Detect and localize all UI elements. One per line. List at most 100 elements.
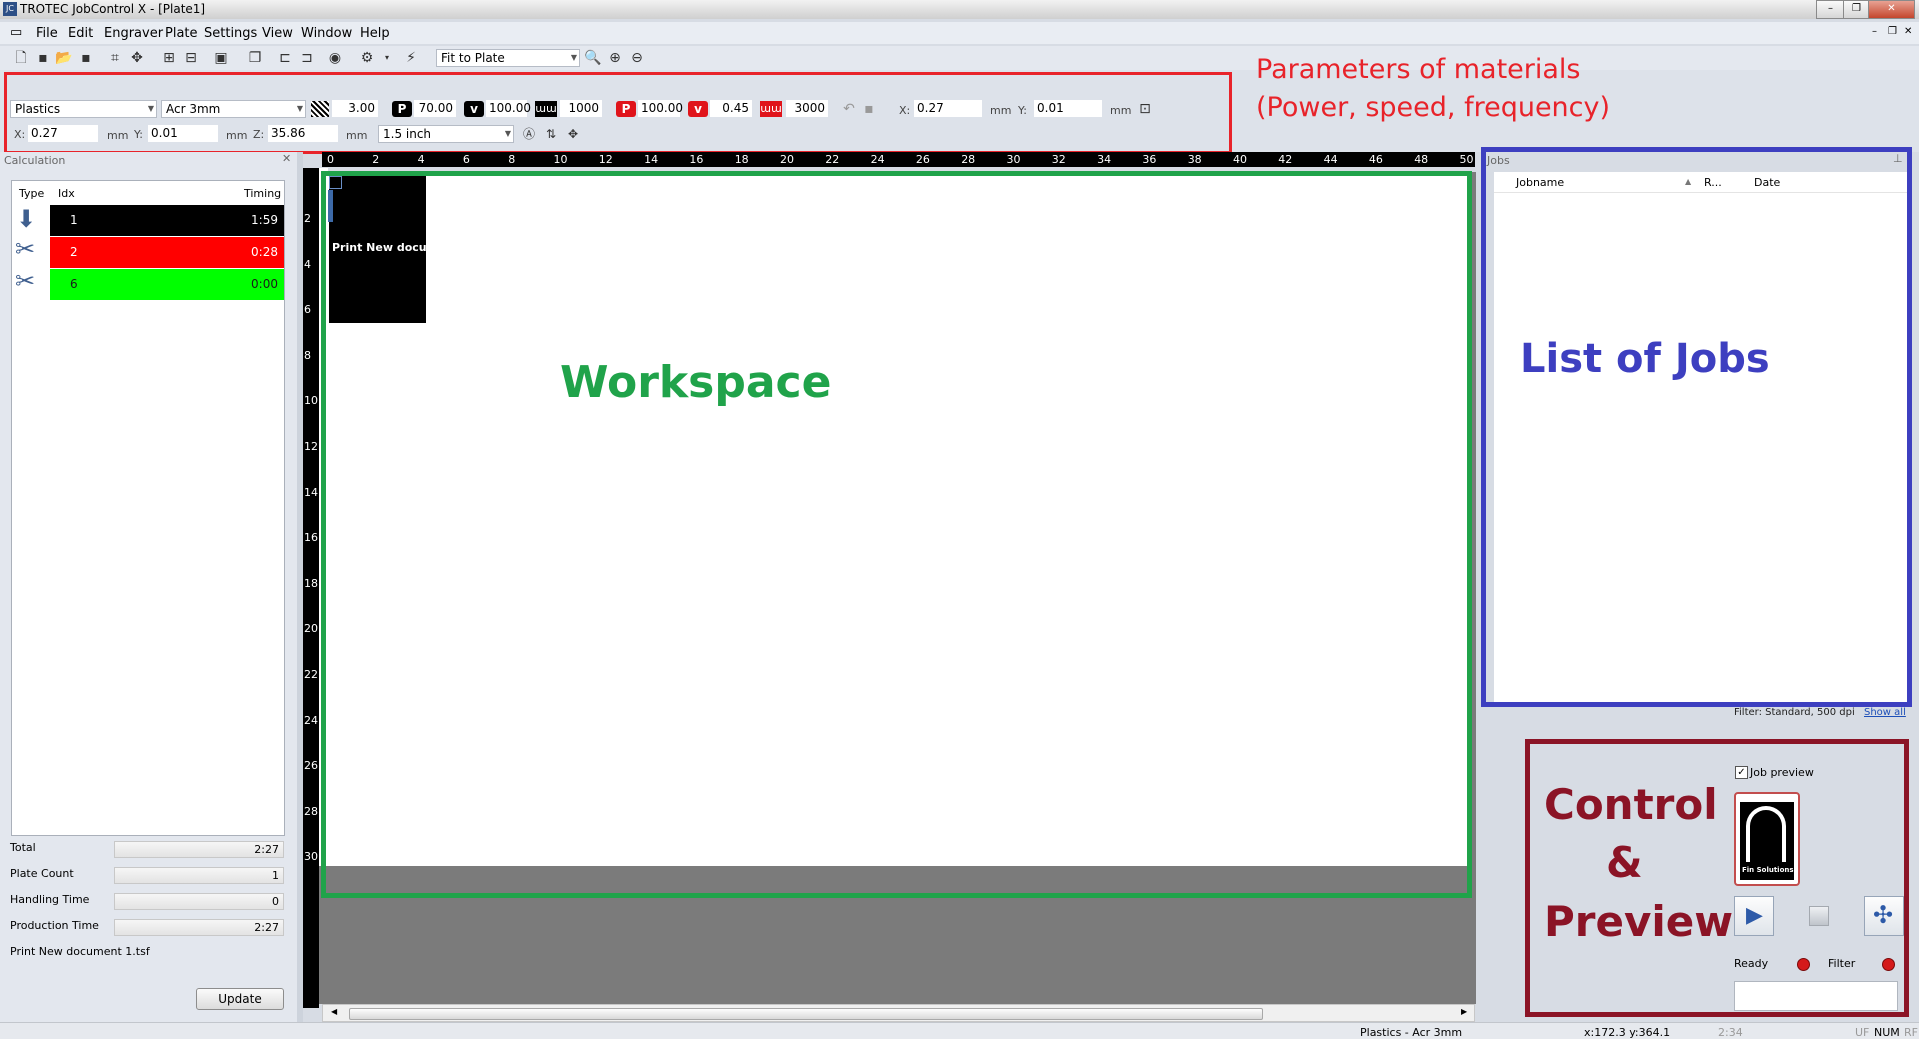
calculation-table: Type Idx Timing ⬇ 1 1:59 ✂ 2 0:28 ✂ 6 0:…: [11, 180, 285, 836]
show-all-link[interactable]: Show all: [1864, 707, 1906, 718]
ruler-left-tick: 20: [304, 622, 318, 636]
status-bar: Plastics - Acr 3mm x:172.3 y:364.1 2:34 …: [0, 1022, 1919, 1039]
row-idx: 1: [70, 213, 78, 227]
ruler-left-tick: 8: [304, 348, 311, 362]
control-annotation-line1: Control: [1544, 780, 1718, 829]
menu-edit[interactable]: Edit: [68, 26, 93, 41]
row-timing: 0:28: [251, 245, 278, 259]
job-preview-label: Job preview: [1750, 766, 1814, 779]
preview-image: Fin Solutions: [1740, 802, 1794, 880]
ruler-left-tick: 10: [304, 394, 318, 408]
ruler-top-tick: 44: [1323, 153, 1338, 166]
scissors-icon: ✂: [15, 267, 36, 295]
plate-in-icon[interactable]: ⊏: [276, 49, 294, 67]
play-button[interactable]: ▶: [1734, 896, 1774, 936]
minimize-button[interactable]: –: [1816, 0, 1845, 19]
add-icon[interactable]: ▣: [212, 49, 230, 67]
menu-window[interactable]: Window: [301, 26, 352, 41]
processing-icon[interactable]: ⚡: [402, 49, 420, 67]
zoom-icon[interactable]: 🔍: [584, 49, 602, 67]
stack-icon[interactable]: ❐: [246, 49, 264, 67]
align-icon[interactable]: ⊞: [160, 49, 178, 67]
zoom-mode-value: Fit to Plate: [441, 51, 505, 65]
horizontal-scrollbar[interactable]: ◀ ▶: [322, 1004, 1475, 1022]
ruler-top-tick: 4: [417, 153, 425, 166]
job-preview-checkbox[interactable]: ✓: [1735, 766, 1748, 779]
parameters-annotation-subtitle: (Power, speed, frequency): [1256, 92, 1611, 123]
open-icon[interactable]: 📂: [55, 49, 73, 67]
engrave-icon: ⬇: [16, 205, 37, 233]
row-timing: 1:59: [251, 213, 278, 227]
jc-app-icon[interactable]: JC: [3, 2, 17, 16]
fan-button[interactable]: ✣: [1864, 896, 1904, 936]
zoom-in-icon[interactable]: ⊕: [606, 49, 624, 67]
calc-row-3[interactable]: 6 0:00: [50, 269, 284, 300]
close-button[interactable]: ✕: [1868, 0, 1915, 19]
calc-row-2[interactable]: 2 0:28: [50, 237, 284, 268]
workspace-annotation-label: Workspace: [560, 357, 832, 408]
mdi-restore-icon[interactable]: ❐: [1888, 26, 1897, 37]
zoom-out-icon[interactable]: ⊖: [628, 49, 646, 67]
job-preview-thumbnail: Fin Solutions: [1734, 792, 1800, 886]
scroll-left-icon[interactable]: ◀: [331, 1007, 337, 1016]
gear-icon[interactable]: ⚙: [358, 49, 376, 67]
scroll-right-icon[interactable]: ▶: [1461, 1007, 1467, 1016]
ruler-top-tick: 28: [961, 153, 976, 166]
update-button[interactable]: Update: [196, 988, 284, 1010]
handling-time-label: Handling Time: [10, 893, 90, 906]
ruler-left-tick: 18: [304, 576, 318, 590]
status-message-box: [1734, 981, 1898, 1011]
menu-engraver[interactable]: Engraver: [104, 26, 163, 41]
status-coords: x:172.3 y:364.1: [1584, 1026, 1671, 1039]
ruler-top-tick: 48: [1414, 153, 1429, 166]
eye-icon[interactable]: ◉: [326, 49, 344, 67]
save-icon[interactable]: ▪: [34, 49, 52, 67]
mdi-minimize-icon[interactable]: –: [1872, 26, 1877, 37]
save-as-icon[interactable]: ▪: [77, 49, 95, 67]
ruler-top-tick: 24: [870, 153, 885, 166]
ruler-left-tick: 24: [304, 713, 318, 727]
ruler-left-tick: 6: [304, 303, 311, 317]
settings-dropdown-icon[interactable]: ▾: [378, 49, 396, 67]
menu-help[interactable]: Help: [360, 26, 390, 41]
total-label: Total: [10, 841, 36, 854]
preview-logo-text: Fin Solutions: [1742, 866, 1794, 874]
ruler-left-tick: 2: [304, 212, 311, 225]
jobs-annotation-box: [1481, 147, 1912, 707]
menu-view[interactable]: View: [262, 26, 293, 41]
filter-status: Filter: Standard, 500 dpi: [1734, 707, 1855, 718]
menu-plate[interactable]: Plate: [165, 26, 198, 41]
stop-icon: [1809, 906, 1829, 926]
new-icon[interactable]: 🗋: [12, 49, 30, 67]
zoom-mode-select[interactable]: Fit to Plate ▼: [436, 49, 580, 67]
position-icon[interactable]: ✥: [128, 49, 146, 67]
mdi-doc-icon[interactable]: ▭: [10, 25, 22, 40]
plate-count-label: Plate Count: [10, 867, 74, 880]
ruler-top-tick: 14: [644, 153, 659, 166]
close-panel-icon[interactable]: ✕: [282, 152, 291, 165]
ruler-top-tick: 26: [915, 153, 930, 166]
maximize-button[interactable]: ❐: [1843, 0, 1870, 19]
chevron-down-icon: ▼: [570, 53, 577, 62]
arch-logo-icon: [1746, 806, 1786, 862]
menu-file[interactable]: File: [36, 26, 58, 41]
grid-icon[interactable]: ⌗: [106, 49, 124, 67]
filter-label: Filter: [1828, 957, 1856, 970]
plate-out-icon[interactable]: ⊐: [298, 49, 316, 67]
status-flag-rf: RF: [1904, 1026, 1918, 1039]
distribute-icon[interactable]: ⊟: [182, 49, 200, 67]
ruler-top-tick: 20: [780, 153, 794, 166]
row-idx: 6: [70, 277, 78, 291]
mdi-close-icon[interactable]: ✕: [1904, 26, 1912, 37]
scroll-thumb[interactable]: [349, 1008, 1263, 1020]
handling-time-value: 0: [114, 893, 284, 910]
ruler-left-tick: 16: [304, 531, 318, 545]
parameters-annotation-box: [4, 72, 1232, 154]
stop-button[interactable]: [1799, 896, 1839, 936]
calc-row-1[interactable]: 1 1:59: [50, 205, 284, 236]
menu-settings[interactable]: Settings: [204, 26, 257, 41]
status-time: 2:34: [1718, 1026, 1743, 1039]
ruler-top: 0 2 4 6 8 10 12 14 16 18 20 22 24 26 28 30 32 34 36 38 40 42 4…: [322, 152, 1475, 167]
ruler-left-tick: 30: [304, 850, 318, 864]
status-material: Plastics - Acr 3mm: [1360, 1026, 1463, 1039]
